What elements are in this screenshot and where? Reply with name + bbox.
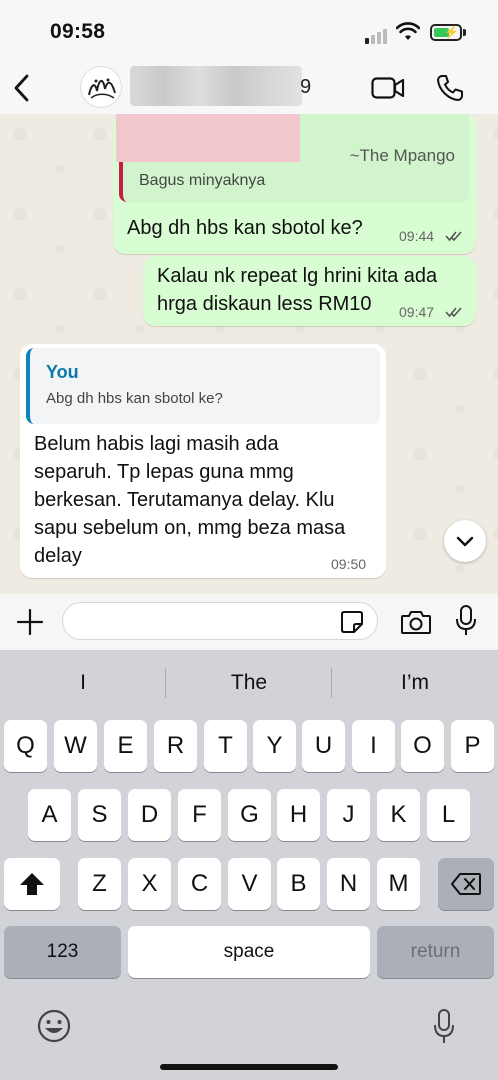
key-j[interactable]: J	[327, 789, 370, 841]
read-receipt-icon	[445, 231, 462, 242]
contact-name-suffix: 9	[300, 76, 312, 98]
key-o[interactable]: O	[401, 720, 444, 772]
contact-avatar[interactable]	[80, 66, 122, 108]
keyboard: I The I’m Q W E R T Y U I O P A S D F G …	[0, 650, 498, 1080]
composer-bar	[0, 594, 498, 650]
message-time: 09:44	[399, 228, 435, 244]
attach-plus-icon[interactable]	[16, 608, 44, 636]
shift-icon	[20, 873, 44, 895]
suggestion-bar: I The I’m	[0, 662, 498, 704]
key-v[interactable]: V	[228, 858, 271, 910]
emoji-icon[interactable]	[36, 1008, 72, 1044]
suggestion-1[interactable]: I	[0, 662, 166, 704]
message-time: 09:50	[331, 556, 367, 572]
message-line: berkesan. Terutamanya delay. Klu	[34, 489, 335, 511]
message-text: Abg dh hbs kan sbotol ke?	[127, 217, 363, 239]
message-text-line-2: hrga diskaun less RM10	[157, 293, 372, 315]
numbers-key[interactable]: 123	[4, 926, 121, 978]
key-a[interactable]: A	[28, 789, 71, 841]
message-body: Belum habis lagi masih ada separuh. Tp l…	[34, 430, 345, 570]
return-key[interactable]: return	[377, 926, 494, 978]
message-time: 09:47	[399, 304, 435, 320]
chat-header: 9	[0, 62, 498, 114]
key-d[interactable]: D	[128, 789, 171, 841]
key-k[interactable]: K	[377, 789, 420, 841]
key-p[interactable]: P	[451, 720, 494, 772]
suggestion-2[interactable]: The	[166, 662, 332, 704]
sticker-icon[interactable]	[340, 610, 364, 634]
message-line: delay	[34, 545, 82, 567]
reply-quote[interactable]: You Abg dh hbs kan sbotol ke?	[26, 348, 380, 424]
cellular-signal-icon	[365, 26, 389, 44]
reply-author: You	[46, 362, 79, 382]
message-line: Belum habis lagi masih ada	[34, 433, 279, 455]
message-text-line-1: Kalau nk repeat lg hrini kita ada	[157, 265, 438, 287]
camera-icon[interactable]	[400, 609, 432, 635]
reply-text: Abg dh hbs kan sbotol ke?	[46, 390, 223, 407]
battery-cap	[463, 29, 466, 36]
wifi-icon	[396, 22, 420, 40]
quoted-sender: ~The Mpango	[349, 146, 455, 165]
contact-name-redacted[interactable]	[130, 66, 302, 106]
key-f[interactable]: F	[178, 789, 221, 841]
outgoing-message-bubble[interactable]: ~The Mpango Bagus minyaknya Abg dh hbs k…	[113, 114, 476, 254]
status-bar: 09:58 ⚡	[0, 0, 498, 62]
chat-area[interactable]: ~The Mpango Bagus minyaknya Abg dh hbs k…	[0, 114, 498, 594]
home-indicator	[160, 1064, 338, 1070]
key-b[interactable]: B	[277, 858, 320, 910]
key-z[interactable]: Z	[78, 858, 121, 910]
key-n[interactable]: N	[327, 858, 370, 910]
backspace-icon	[451, 873, 481, 895]
message-input[interactable]	[62, 602, 378, 640]
status-time: 09:58	[50, 20, 106, 43]
battery-icon: ⚡	[430, 24, 462, 41]
key-x[interactable]: X	[128, 858, 171, 910]
key-c[interactable]: C	[178, 858, 221, 910]
incoming-message-bubble[interactable]: You Abg dh hbs kan sbotol ke? Belum habi…	[20, 344, 386, 578]
phone-call-icon[interactable]	[436, 74, 464, 102]
space-key[interactable]: space	[128, 926, 370, 978]
back-chevron-icon[interactable]	[10, 72, 34, 104]
shift-key[interactable]	[4, 858, 60, 910]
video-call-icon[interactable]	[371, 76, 405, 100]
key-i[interactable]: I	[352, 720, 395, 772]
outgoing-message-bubble[interactable]: Kalau nk repeat lg hrini kita ada hrga d…	[143, 256, 476, 326]
key-h[interactable]: H	[277, 789, 320, 841]
microphone-icon[interactable]	[455, 604, 477, 638]
key-w[interactable]: W	[54, 720, 97, 772]
key-u[interactable]: U	[302, 720, 345, 772]
quoted-text: Bagus minyaknya	[139, 172, 266, 189]
delete-key[interactable]	[438, 858, 494, 910]
key-s[interactable]: S	[78, 789, 121, 841]
dictation-mic-icon[interactable]	[432, 1008, 456, 1046]
key-r[interactable]: R	[154, 720, 197, 772]
scroll-to-bottom-button[interactable]	[444, 520, 486, 562]
redacted-image	[116, 114, 300, 162]
key-l[interactable]: L	[427, 789, 470, 841]
key-t[interactable]: T	[204, 720, 247, 772]
message-line: sapu sebelum on, mmg beza masa	[34, 517, 346, 539]
chevron-down-icon	[456, 536, 474, 547]
key-y[interactable]: Y	[253, 720, 296, 772]
suggestion-3[interactable]: I’m	[332, 662, 498, 704]
key-e[interactable]: E	[104, 720, 147, 772]
read-receipt-icon	[445, 307, 462, 318]
key-q[interactable]: Q	[4, 720, 47, 772]
key-m[interactable]: M	[377, 858, 420, 910]
key-g[interactable]: G	[228, 789, 271, 841]
message-line: separuh. Tp lepas guna mmg	[34, 461, 294, 483]
